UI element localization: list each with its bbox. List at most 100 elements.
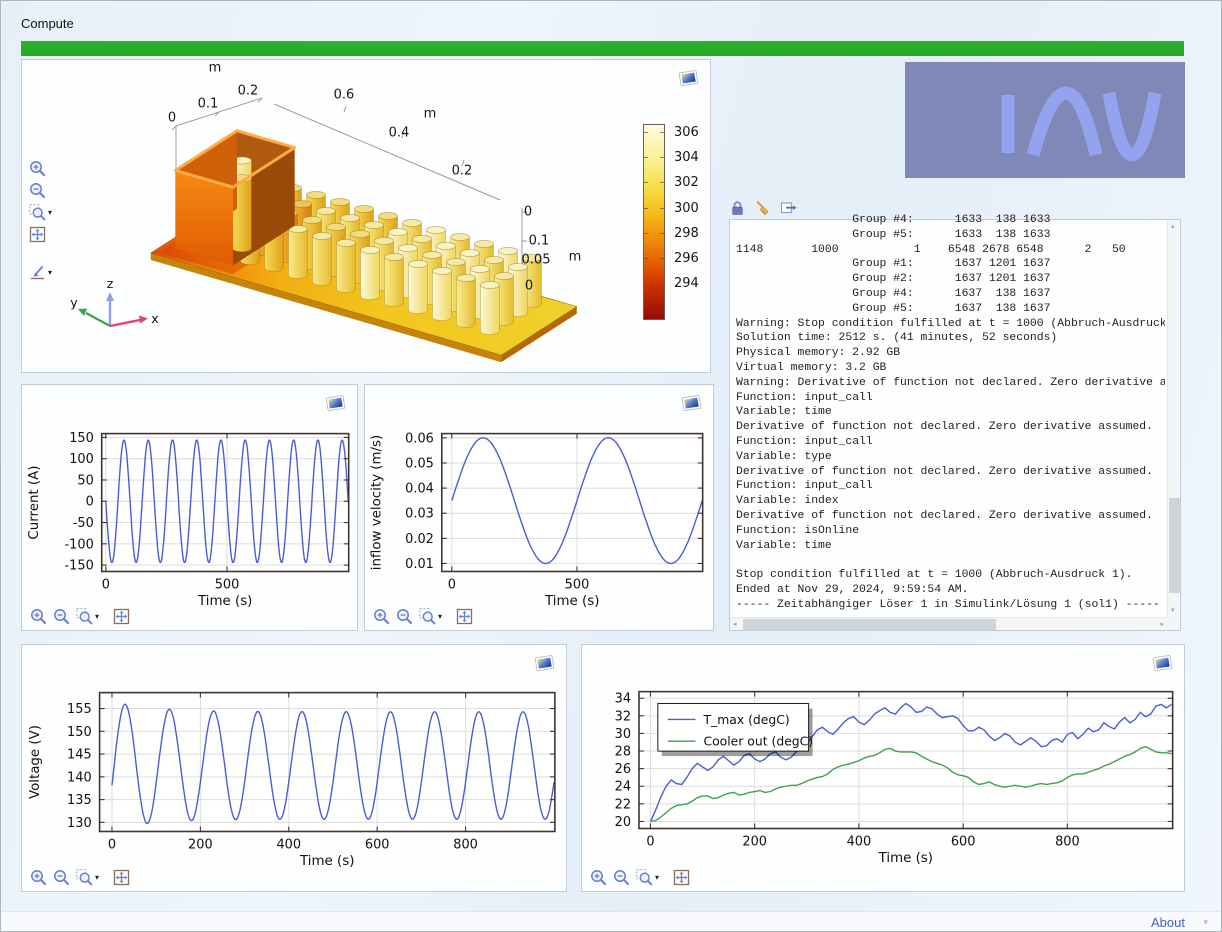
snapshot-icon[interactable]: [680, 393, 704, 413]
colorbar-tick-label: 302: [674, 175, 699, 190]
iav-logo: [905, 62, 1185, 178]
colorbar-tick: [660, 132, 664, 133]
svg-text:0: 0: [646, 834, 654, 849]
colorbar-tick-label: 294: [674, 276, 699, 291]
about-link[interactable]: About: [1151, 915, 1185, 930]
voltage-plot-panel: 0200400600800155150145140135130Time (s)V…: [21, 644, 567, 892]
voltage-chart[interactable]: 0200400600800155150145140135130Time (s)V…: [22, 645, 566, 891]
chevron-down-icon[interactable]: ▾: [95, 874, 99, 882]
zoom-extents-icon[interactable]: [29, 226, 46, 243]
zoom-out-icon[interactable]: [53, 608, 70, 625]
scroll-down-icon[interactable]: ▾: [1171, 607, 1175, 614]
svg-text:150: 150: [69, 431, 94, 446]
colorbar-tick: [660, 208, 664, 209]
svg-text:600: 600: [951, 834, 976, 849]
colorbar-tick: [660, 283, 664, 284]
current-chart[interactable]: 0500150100500-50-100-150Time (s)Current …: [22, 385, 357, 630]
horizontal-scroll-thumb[interactable]: [743, 619, 996, 630]
coordinate-triad: zyx: [70, 276, 158, 326]
svg-text:0: 0: [102, 577, 110, 592]
colorbar-tick: [660, 182, 664, 183]
compute-progress-bar: [21, 41, 1184, 56]
colorbar-gradient: [643, 124, 665, 320]
svg-text:135: 135: [67, 793, 92, 808]
svg-text:20: 20: [615, 815, 631, 830]
snapshot-icon[interactable]: [324, 393, 348, 413]
colorbar-tick-label: 298: [674, 226, 699, 241]
axis-label: 0: [168, 111, 176, 126]
go-to-default-view-icon[interactable]: ▾: [29, 264, 52, 281]
svg-text:34: 34: [615, 692, 631, 707]
x-axis-label: Time (s): [299, 854, 354, 869]
chevron-down-icon[interactable]: ▾: [95, 613, 99, 621]
svg-text:32: 32: [615, 709, 631, 724]
chevron-down-icon[interactable]: ▾: [438, 613, 442, 621]
svg-text:200: 200: [742, 834, 767, 849]
zoom-extents-icon[interactable]: [673, 869, 690, 886]
svg-text:145: 145: [67, 748, 92, 763]
y-axis-label: Current (A): [27, 466, 42, 540]
log-vertical-scrollbar[interactable]: ▴ ▾: [1167, 220, 1180, 617]
zoom-out-icon[interactable]: [29, 182, 46, 199]
iav-logo-letters: [905, 62, 1185, 178]
scroll-left-icon[interactable]: ◂: [733, 621, 737, 628]
log-horizontal-scrollbar[interactable]: ◂ ▸: [730, 617, 1167, 630]
svg-text:0.01: 0.01: [405, 557, 434, 572]
colorbar-tick: [644, 233, 648, 234]
zoom-out-icon[interactable]: [53, 869, 70, 886]
svg-text:0.06: 0.06: [405, 431, 434, 446]
axis-label: m: [424, 107, 437, 122]
snapshot-icon[interactable]: [677, 68, 701, 88]
zoom-extents-icon[interactable]: [456, 608, 473, 625]
zoom-in-icon[interactable]: [373, 608, 390, 625]
svg-text:150: 150: [67, 725, 92, 740]
current-plot-panel: 0500150100500-50-100-150Time (s)Current …: [21, 384, 358, 631]
zoom-box-icon[interactable]: ▾: [76, 869, 99, 886]
axis-label: 0.4: [389, 126, 410, 141]
inflow-velocity-plot-panel: 05000.060.050.040.030.020.01Time (s)infl…: [364, 384, 714, 631]
zoom-in-icon[interactable]: [590, 869, 607, 886]
chevron-down-icon[interactable]: ▾: [48, 269, 52, 277]
zoom-out-icon[interactable]: [613, 869, 630, 886]
svg-text:-150: -150: [65, 559, 94, 574]
colorbar-tick: [644, 208, 648, 209]
svg-text:22: 22: [615, 797, 631, 812]
chevron-down-icon[interactable]: ▾: [48, 209, 52, 217]
plot-toolbar: ▾: [30, 869, 130, 886]
snapshot-icon[interactable]: [1151, 653, 1175, 673]
zoom-box-icon[interactable]: ▾: [636, 869, 659, 886]
log-text[interactable]: Group #4: 1633 138 1633 Group #5: 1633 1…: [736, 213, 1165, 613]
axis-label: 0: [524, 205, 532, 220]
axis-label: m: [569, 250, 582, 265]
svg-text:26: 26: [615, 762, 631, 777]
zoom-box-icon[interactable]: ▾: [76, 608, 99, 625]
temperature-chart[interactable]: 02004006008003432302826242220Time (s)T_m…: [582, 645, 1184, 891]
svg-text:-100: -100: [65, 537, 94, 552]
zoom-box-icon[interactable]: ▾: [419, 608, 442, 625]
scroll-up-icon[interactable]: ▴: [1171, 223, 1175, 230]
chevron-down-icon[interactable]: ▾: [1203, 917, 1208, 928]
zoom-box-icon[interactable]: ▾: [29, 204, 52, 221]
svg-text:28: 28: [615, 745, 631, 760]
scroll-right-icon[interactable]: ▸: [1160, 621, 1164, 628]
zoom-extents-icon[interactable]: [113, 608, 130, 625]
svg-text:x: x: [151, 311, 158, 326]
3d-battery-scene[interactable]: zyx: [22, 60, 710, 372]
svg-text:50: 50: [77, 473, 93, 488]
inflow-velocity-chart[interactable]: 05000.060.050.040.030.020.01Time (s)infl…: [365, 385, 713, 630]
svg-text:30: 30: [615, 727, 631, 742]
zoom-in-icon[interactable]: [29, 160, 46, 177]
snapshot-icon[interactable]: [533, 653, 557, 673]
svg-text:0.02: 0.02: [405, 532, 434, 547]
zoom-in-icon[interactable]: [30, 608, 47, 625]
legend: T_max (degC)Cooler out (degC): [658, 704, 813, 757]
svg-text:800: 800: [1055, 834, 1080, 849]
vertical-scroll-thumb[interactable]: [1169, 498, 1180, 593]
app-window: Compute zyx m00.10.20.6m0.40.200.10.05m0…: [0, 0, 1222, 932]
zoom-extents-icon[interactable]: [113, 869, 130, 886]
axis-label: 0.2: [238, 84, 259, 99]
colorbar-tick: [644, 283, 648, 284]
chevron-down-icon[interactable]: ▾: [655, 874, 659, 882]
zoom-in-icon[interactable]: [30, 869, 47, 886]
zoom-out-icon[interactable]: [396, 608, 413, 625]
